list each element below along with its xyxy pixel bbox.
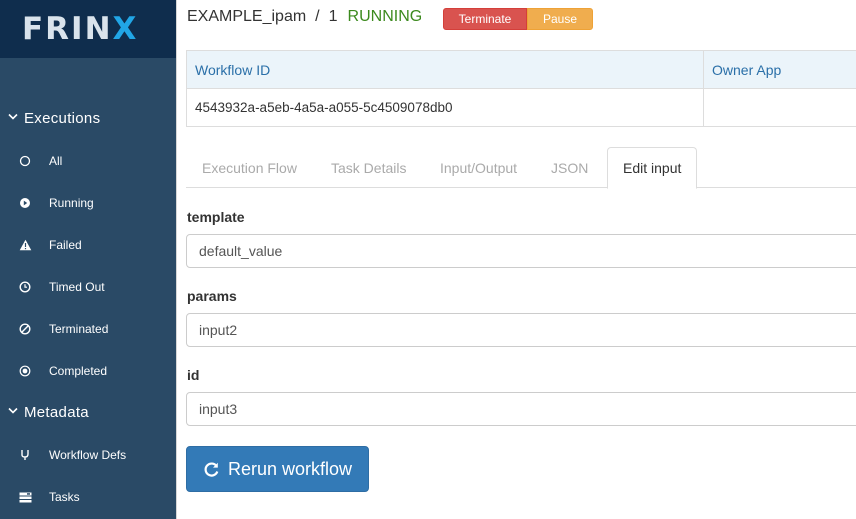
sidebar-item-label: Running [49, 196, 94, 210]
logo-bar: FRINX [0, 0, 176, 58]
circle-outline-icon [18, 154, 32, 168]
tab-input-output[interactable]: Input/Output [440, 147, 517, 188]
sidebar-item-timed-out[interactable]: Timed Out [18, 277, 105, 297]
section-metadata[interactable]: Metadata [8, 404, 89, 421]
tasks-icon [18, 490, 32, 504]
workflow-info-table: Workflow ID Owner App 4543932a-a5eb-4a5a… [186, 50, 856, 127]
chevron-down-icon [8, 113, 18, 124]
sidebar-item-workflow-defs[interactable]: Workflow Defs [18, 445, 126, 465]
workflow-id-cell: 4543932a-a5eb-4a5a-a055-5c4509078db0 [186, 88, 704, 127]
workflow-title: EXAMPLE_ipam / 1 RUNNING [187, 8, 422, 26]
workflow-version: 1 [328, 8, 338, 25]
sidebar-item-label: Terminated [49, 322, 109, 336]
sidebar: FRINX Executions All Running Failed Time… [0, 0, 176, 519]
tab-edit-input[interactable]: Edit input [607, 147, 698, 189]
sidebar-item-failed[interactable]: Failed [18, 235, 82, 255]
tab-execution-flow[interactable]: Execution Flow [202, 147, 297, 188]
params-label: params [187, 288, 237, 304]
sidebar-item-tasks[interactable]: Tasks [18, 487, 80, 507]
clock-icon [18, 280, 32, 294]
sidebar-item-label: Timed Out [49, 280, 105, 294]
id-input[interactable] [186, 392, 856, 426]
sidebar-item-all[interactable]: All [18, 151, 62, 171]
sidebar-item-completed[interactable]: Completed [18, 361, 107, 381]
sidebar-item-label: Completed [49, 364, 108, 378]
pause-button[interactable]: Pause [527, 8, 593, 30]
params-input[interactable] [186, 313, 856, 347]
rerun-workflow-button[interactable]: Rerun workflow [186, 446, 369, 492]
tab-json[interactable]: JSON [551, 147, 588, 188]
play-circle-icon [18, 196, 32, 210]
refresh-icon [203, 461, 220, 478]
table-row: 4543932a-a5eb-4a5a-a055-5c4509078db0 [186, 88, 856, 127]
sidebar-item-running[interactable]: Running [18, 193, 94, 213]
terminate-button[interactable]: Terminate [443, 8, 527, 30]
sidebar-item-label: Failed [49, 238, 82, 252]
sidebar-item-label: All [49, 154, 63, 168]
id-label: id [187, 367, 200, 383]
template-input[interactable] [186, 234, 856, 268]
section-executions-label: Executions [24, 110, 101, 127]
chevron-down-icon [8, 407, 18, 418]
fork-icon [18, 448, 32, 462]
sidebar-divider [176, 0, 177, 519]
workflow-action-buttons: Terminate Pause [443, 8, 593, 30]
workflow-name: EXAMPLE_ipam [187, 8, 307, 25]
title-separator: / [315, 8, 320, 25]
column-header-owner-app: Owner App [703, 50, 856, 89]
ban-icon [18, 322, 32, 336]
rerun-workflow-label: Rerun workflow [227, 458, 353, 479]
section-metadata-label: Metadata [24, 404, 89, 421]
sidebar-item-terminated[interactable]: Terminated [18, 319, 108, 339]
table-header-row: Workflow ID Owner App [186, 50, 856, 89]
tab-task-details[interactable]: Task Details [331, 147, 406, 188]
warning-icon [18, 238, 32, 252]
frinx-logo[interactable]: FRINX [22, 11, 138, 47]
section-executions[interactable]: Executions [8, 110, 100, 127]
sidebar-item-label: Workflow Defs [49, 448, 127, 462]
column-header-workflow-id: Workflow ID [186, 50, 704, 89]
detail-tabs: Execution Flow Task Details Input/Output… [186, 147, 856, 189]
status-badge: RUNNING [347, 8, 423, 25]
sidebar-item-label: Tasks [49, 490, 80, 504]
owner-app-cell [703, 88, 856, 127]
template-label: template [187, 209, 245, 225]
target-icon [18, 364, 32, 378]
